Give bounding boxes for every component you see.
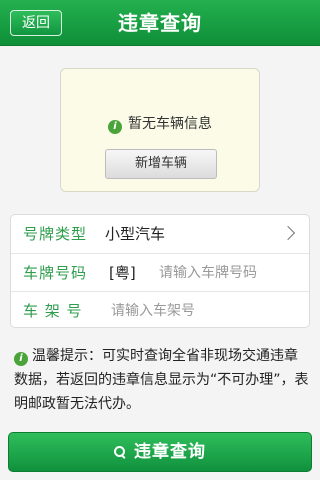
back-button[interactable]: 返回 xyxy=(10,10,62,36)
plate-type-value[interactable]: 小型汽车 xyxy=(105,215,165,253)
plate-number-label: 车牌号码 xyxy=(23,264,88,282)
frame-number-input[interactable] xyxy=(111,301,299,321)
header-bar: 违章查询 返回 xyxy=(0,0,320,46)
plate-number-input[interactable] xyxy=(159,263,299,283)
info-icon: i xyxy=(108,120,122,134)
violation-query-button[interactable]: 违章查询 xyxy=(8,432,312,472)
empty-vehicle-message: i 暂无车辆信息 xyxy=(61,113,259,134)
vehicle-query-form: 号牌类型 小型汽车 车牌号码 [粤] 车 架 号 xyxy=(10,214,310,328)
frame-number-label: 车 架 号 xyxy=(23,302,83,320)
tip-text: 温馨提示：可实时查询全省非现场交通违章数据，若返回的违章信息显示为“不可办理”，… xyxy=(14,348,309,412)
search-icon xyxy=(114,446,126,458)
empty-vehicle-panel: i 暂无车辆信息 新增车辆 xyxy=(60,68,260,192)
plate-type-label: 号牌类型 xyxy=(23,225,88,243)
query-button-label: 违章查询 xyxy=(134,442,206,462)
plate-type-row[interactable]: 号牌类型 小型汽车 xyxy=(11,215,309,253)
empty-vehicle-text: 暂无车辆信息 xyxy=(128,116,212,132)
chevron-right-icon[interactable] xyxy=(280,225,296,241)
frame-number-row: 车 架 号 xyxy=(11,291,309,329)
add-vehicle-button[interactable]: 新增车辆 xyxy=(105,149,217,179)
tip-notice: i 温馨提示：可实时查询全省非现场交通违章数据，若返回的违章信息显示为“不可办理”… xyxy=(14,344,310,416)
plate-province-prefix[interactable]: [粤] xyxy=(109,254,136,292)
plate-number-row: 车牌号码 [粤] xyxy=(11,253,309,291)
info-icon: i xyxy=(14,352,28,366)
